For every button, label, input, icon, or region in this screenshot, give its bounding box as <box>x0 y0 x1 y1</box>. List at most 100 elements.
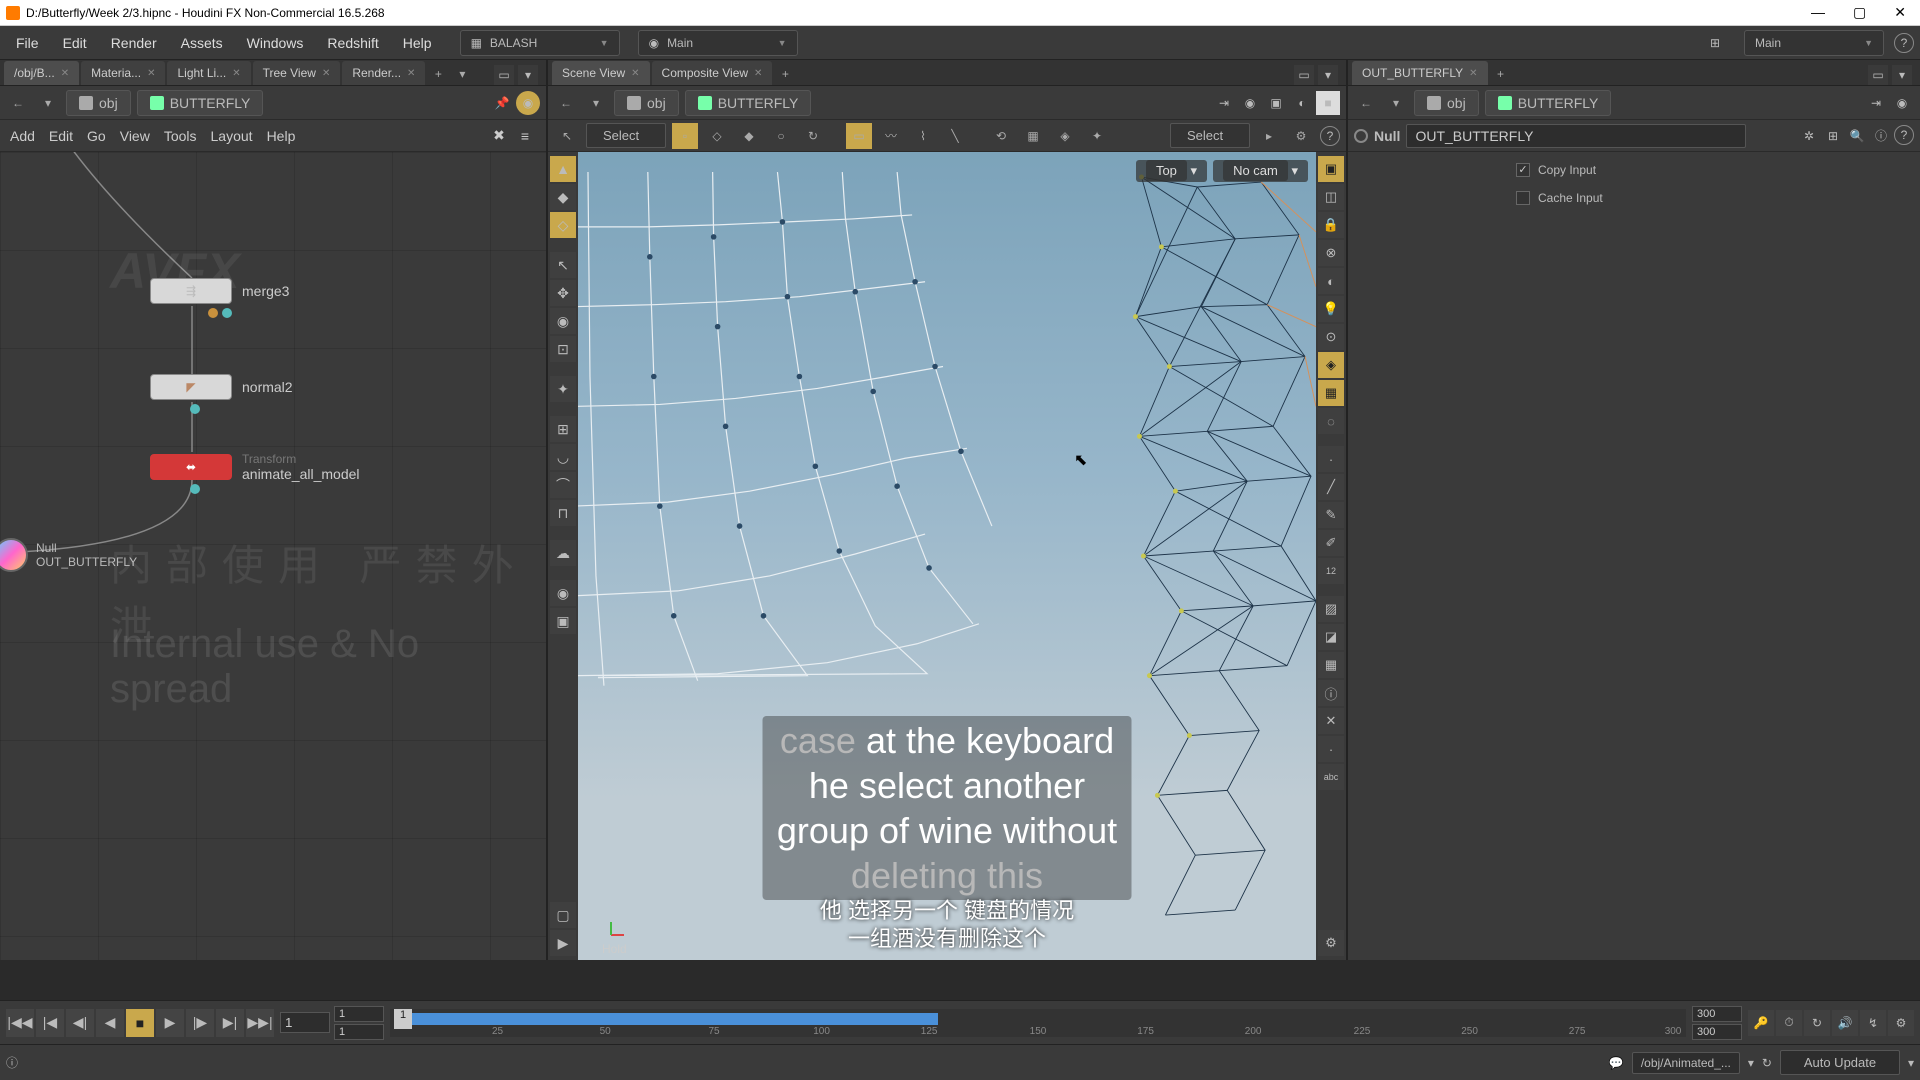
shelf-tool-1-icon[interactable]: ◆ <box>550 184 576 210</box>
layout-icon[interactable]: ⊞ <box>1710 36 1720 50</box>
select-points-icon[interactable]: ▫ <box>672 123 698 149</box>
node-merge3[interactable]: ⇶ merge3 <box>150 278 289 304</box>
display-opt3-icon[interactable]: ⊗ <box>1318 240 1344 266</box>
close-icon[interactable]: ✕ <box>61 68 69 79</box>
tab-obj-butterfly[interactable]: /obj/B...✕ <box>4 61 79 85</box>
filter-icon[interactable]: ⊞ <box>1822 125 1844 147</box>
cursor-tool-icon[interactable]: ↖ <box>554 123 580 149</box>
checkbox-copy-input[interactable] <box>1516 163 1530 177</box>
step-back-button[interactable]: ◀| <box>66 1009 94 1037</box>
select-edges-icon[interactable]: ◆ <box>736 123 762 149</box>
node-animate-all-model[interactable]: ⬌ Transformanimate_all_model <box>150 452 360 482</box>
audio-button[interactable]: 🔊 <box>1832 1010 1858 1036</box>
tab-render[interactable]: Render...✕ <box>342 61 425 85</box>
lock-icon[interactable]: 🔒 <box>1318 212 1344 238</box>
snap2-icon[interactable]: ◡ <box>550 444 576 470</box>
checkbox-cache-input[interactable] <box>1516 191 1530 205</box>
list-icon[interactable]: ≡ <box>514 125 536 147</box>
range-start-input[interactable] <box>334 1006 384 1022</box>
shaded-icon[interactable]: ▦ <box>1318 380 1344 406</box>
operator-name-input[interactable] <box>1406 124 1746 148</box>
light-icon[interactable]: ◐ <box>1318 268 1344 294</box>
back-button[interactable]: ← <box>6 91 30 115</box>
viewport-camera-view[interactable]: Top ▾ <box>1136 160 1207 182</box>
playhead[interactable]: 1 <box>394 1009 412 1029</box>
maximize-pane-icon[interactable]: ▭ <box>494 65 514 85</box>
menu-assets[interactable]: Assets <box>171 31 233 55</box>
menu-windows[interactable]: Windows <box>237 31 314 55</box>
display-opt1-icon[interactable]: ▣ <box>1318 156 1344 182</box>
laser-select-icon[interactable]: ╲ <box>942 123 968 149</box>
select-expand-icon[interactable]: ▸ <box>1256 123 1282 149</box>
dot-disp-icon[interactable]: · <box>1318 736 1344 762</box>
tab-tree-view[interactable]: Tree View✕ <box>253 61 341 85</box>
back-button[interactable]: ← <box>554 91 578 115</box>
render-icon[interactable]: ◉ <box>550 580 576 606</box>
minimize-button[interactable]: — <box>1811 4 1825 21</box>
follow-icon[interactable]: ◉ <box>516 91 540 115</box>
back-button[interactable]: ← <box>1354 91 1378 115</box>
close-icon[interactable]: ✕ <box>631 68 639 79</box>
current-frame-input[interactable] <box>280 1012 330 1033</box>
update-mode-dropdown[interactable]: Auto Update <box>1780 1050 1900 1075</box>
close-icon[interactable]: ✕ <box>754 68 762 79</box>
key-button[interactable]: 🔑 <box>1748 1010 1774 1036</box>
eraser-icon[interactable]: ✐ <box>1318 530 1344 556</box>
info-icon[interactable]: ⓘ <box>1870 125 1892 147</box>
maximize-button[interactable]: ▢ <box>1853 4 1866 21</box>
camera-icon[interactable]: ▣ <box>550 608 576 634</box>
timeline-track[interactable]: 1 25 50 75 100 125 150 175 200 225 250 2… <box>390 1009 1686 1037</box>
range-end2-input[interactable] <box>1692 1024 1742 1040</box>
play-forward-button[interactable]: ▶ <box>156 1009 184 1037</box>
view-tool-icon[interactable]: ▲ <box>550 156 576 182</box>
pin-icon[interactable]: ⇥ <box>1864 91 1888 115</box>
snap3-icon[interactable]: ⌒ <box>550 472 576 498</box>
tool-label[interactable]: Select <box>586 123 666 148</box>
global-anim-button[interactable]: ⚙ <box>1888 1010 1914 1036</box>
pane-menu-icon[interactable]: ▾ <box>1318 65 1338 85</box>
select-reload-icon[interactable]: ↻ <box>800 123 826 149</box>
menu-redshift[interactable]: Redshift <box>317 31 388 55</box>
close-icon[interactable]: ✕ <box>1469 68 1477 79</box>
tab-light-linker[interactable]: Light Li...✕ <box>167 61 250 85</box>
desktop-selector[interactable]: ▦ BALASH ▼ <box>460 30 620 56</box>
normal-disp-icon[interactable]: ╱ <box>1318 474 1344 500</box>
select-settings-icon[interactable]: ⚙ <box>1288 123 1314 149</box>
path-obj[interactable]: obj <box>1414 90 1479 116</box>
range-end1-input[interactable] <box>1692 1006 1742 1022</box>
path-butterfly[interactable]: BUTTERFLY <box>137 90 264 116</box>
update-dropdown-icon[interactable]: ▾ <box>1908 1056 1914 1070</box>
net-menu-add[interactable]: Add <box>10 128 35 144</box>
history-button[interactable]: ▾ <box>584 91 608 115</box>
display-opt4-icon[interactable]: ⊙ <box>1318 324 1344 350</box>
move-tool-icon[interactable]: ✥ <box>550 280 576 306</box>
status-info-icon[interactable]: ⓘ <box>6 1054 18 1071</box>
lasso-select-icon[interactable]: 〰 <box>878 123 904 149</box>
tab-menu-button[interactable]: ▾ <box>451 63 473 85</box>
cube-icon[interactable]: ▣ <box>1264 91 1288 115</box>
net-menu-edit[interactable]: Edit <box>49 128 73 144</box>
range-start2-input[interactable] <box>334 1024 384 1040</box>
cloud-icon[interactable]: ☁ <box>550 540 576 566</box>
close-icon[interactable]: ✕ <box>407 68 415 79</box>
menu-help[interactable]: Help <box>393 31 442 55</box>
xyz-icon[interactable]: ✦ <box>550 376 576 402</box>
step-back-key-button[interactable]: |◀ <box>36 1009 64 1037</box>
cull-icon[interactable]: ▨ <box>1318 596 1344 622</box>
net-menu-help[interactable]: Help <box>267 128 296 144</box>
viewport[interactable]: Top ▾ No cam ▾ ⬉ Hold case at the keyboa… <box>578 152 1316 960</box>
playback-range[interactable] <box>394 1013 938 1025</box>
network-canvas[interactable]: AVFX ⇶ merge3 ◤ normal2 ⬌ Transformanima… <box>0 152 546 960</box>
select-verts-icon[interactable]: ○ <box>768 123 794 149</box>
follow-icon[interactable]: ◉ <box>1890 91 1914 115</box>
tool-opt4-icon[interactable]: ✦ <box>1084 123 1110 149</box>
info-icon[interactable]: ⓘ <box>1318 680 1344 706</box>
wire-on-shaded-icon[interactable]: ◈ <box>1318 352 1344 378</box>
tool-opt1-icon[interactable]: ⟲ <box>988 123 1014 149</box>
goto-start-button[interactable]: |◀◀ <box>6 1009 34 1037</box>
radial-selector[interactable]: ◉ Main ▼ <box>638 30 798 56</box>
step-fwd-button[interactable]: |▶ <box>186 1009 214 1037</box>
param-help-button[interactable]: ? <box>1894 125 1914 145</box>
close-icon[interactable]: ✕ <box>322 68 330 79</box>
main-selector[interactable]: Main ▼ <box>1744 30 1884 56</box>
